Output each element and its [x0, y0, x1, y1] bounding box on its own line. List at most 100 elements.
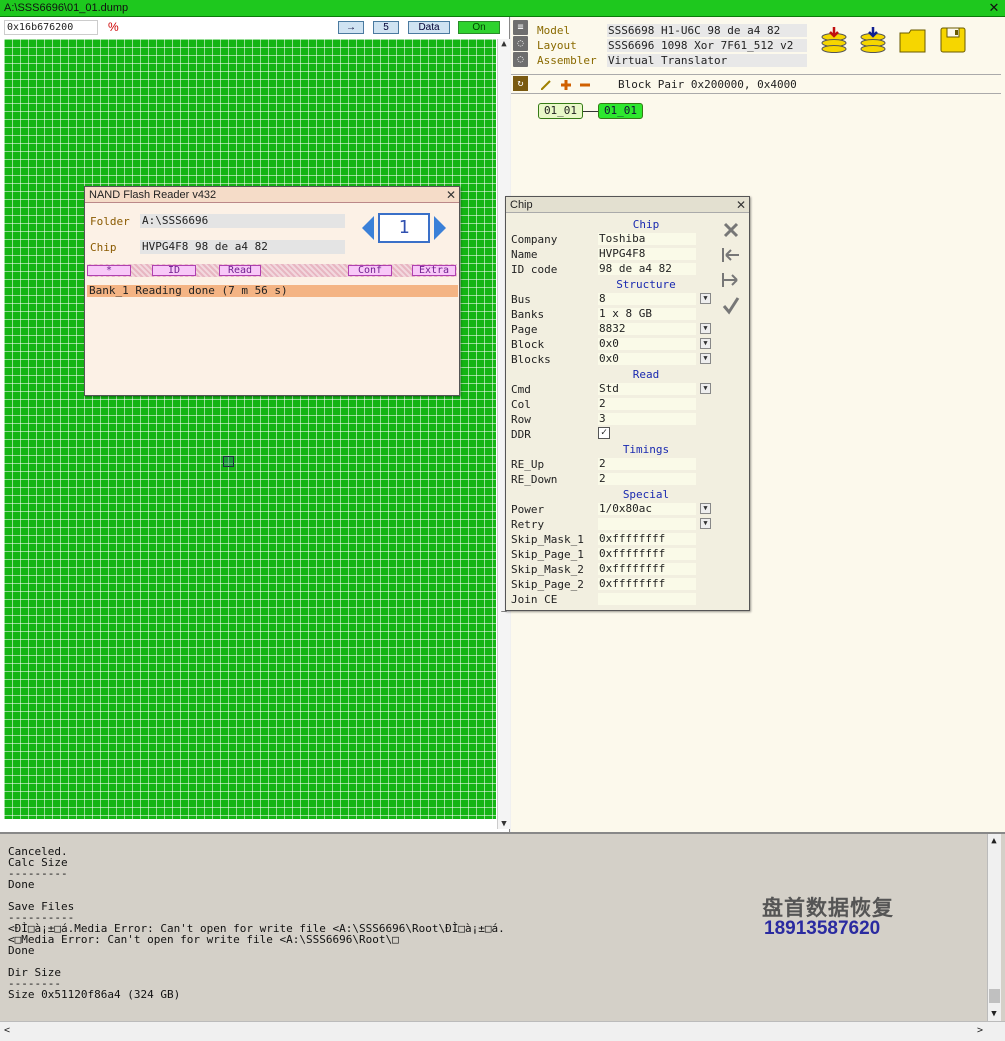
- block-dropdown-icon[interactable]: ▼: [700, 338, 711, 349]
- cmd-label: Cmd: [511, 383, 531, 396]
- bus-value[interactable]: 8: [598, 293, 696, 305]
- model-label: Model: [537, 24, 571, 37]
- skip-mask-1-label: Skip_Mask_1: [511, 533, 584, 546]
- data-button[interactable]: Data: [408, 21, 450, 34]
- bulb-icon-2[interactable]: ◌: [513, 52, 528, 67]
- layout-value: SSS6696 1098 Xor 7F61_512 v2: [607, 39, 807, 52]
- chip-close-button[interactable]: ✕: [736, 198, 746, 212]
- log-scroll-down-icon[interactable]: ▼: [988, 1009, 1000, 1019]
- go-arrow-button[interactable]: →: [338, 21, 364, 34]
- skip-page-2-label: Skip_Page_2: [511, 578, 584, 591]
- row-label: Row: [511, 413, 531, 426]
- scroll-left-icon[interactable]: <: [4, 1025, 10, 1036]
- re-down-label: RE_Down: [511, 473, 558, 486]
- scroll-down-icon[interactable]: ▼: [498, 819, 510, 829]
- bus-dropdown-icon[interactable]: ▼: [700, 293, 711, 304]
- assembler-value: Virtual Translator: [607, 54, 807, 67]
- extra-button[interactable]: Extra: [412, 265, 456, 276]
- row-value[interactable]: 3: [598, 413, 696, 425]
- dump-view-pane: 0x16b676200 % → 5 Data On ▲ — ▼: [0, 17, 510, 832]
- node-target[interactable]: 01_01: [598, 103, 643, 119]
- stack-save-icon[interactable]: [858, 25, 888, 55]
- block-map-grid[interactable]: [4, 39, 496, 819]
- retry-dropdown-icon[interactable]: ▼: [700, 518, 711, 529]
- col-value[interactable]: 2: [598, 398, 696, 410]
- scroll-right-icon[interactable]: >: [977, 1025, 983, 1036]
- ddr-checkbox[interactable]: ✓: [598, 427, 610, 439]
- re-up-label: RE_Up: [511, 458, 545, 471]
- nand-dialog-title: NAND Flash Reader v432: [85, 187, 459, 203]
- counter-next-icon[interactable]: [434, 216, 446, 240]
- folder-value[interactable]: A:\SSS6696: [140, 214, 345, 228]
- re-up-value[interactable]: 2: [598, 458, 696, 470]
- skip-mask-1-value[interactable]: 0xffffffff: [598, 533, 696, 545]
- chip-value[interactable]: HVPG4F8 98 de a4 82: [140, 240, 345, 254]
- counter-value: 1: [378, 213, 430, 243]
- grid-cursor: [223, 456, 234, 467]
- col-label: Col: [511, 398, 531, 411]
- company-value[interactable]: Toshiba: [598, 233, 696, 245]
- skip-page-2-value[interactable]: 0xffffffff: [598, 578, 696, 590]
- delete-x-icon[interactable]: [720, 219, 742, 241]
- skip-mask-2-value[interactable]: 0xffffffff: [598, 563, 696, 575]
- power-value[interactable]: 1/0x80ac: [598, 503, 696, 515]
- minus-icon[interactable]: [578, 78, 592, 92]
- re-down-value[interactable]: 2: [598, 473, 696, 485]
- page-value[interactable]: 8832: [598, 323, 696, 335]
- bank-status-row[interactable]: Bank_1 Reading done (7 m 56 s): [87, 285, 458, 297]
- log-scroll-thumb[interactable]: [989, 989, 1000, 1003]
- idcode-label: ID code: [511, 263, 558, 276]
- side-toolbar: ≡ ◌ ◌: [513, 20, 529, 68]
- star-button[interactable]: *: [87, 265, 131, 276]
- horizontal-scrollbar[interactable]: < >: [0, 1021, 1005, 1041]
- pencil-icon[interactable]: [539, 78, 553, 92]
- skip-page-1-value[interactable]: 0xffffffff: [598, 548, 696, 560]
- import-left-icon[interactable]: [720, 244, 742, 266]
- retry-value[interactable]: [598, 518, 696, 530]
- read-button[interactable]: Read: [219, 265, 261, 276]
- log-scroll-up-icon[interactable]: ▲: [988, 836, 1000, 846]
- name-value[interactable]: HVPG4F8: [598, 248, 696, 260]
- counter-prev-icon[interactable]: [362, 216, 374, 240]
- blocks-label: Blocks: [511, 353, 551, 366]
- stack-down-icon[interactable]: [819, 25, 849, 55]
- bulb-icon[interactable]: ◌: [513, 36, 528, 51]
- window-close-button[interactable]: ✕: [987, 1, 1001, 15]
- chip-dialog: Chip ✕ Chip Company Toshiba Name HVPG4F8…: [505, 196, 750, 611]
- window-title: A:\SSS6696\01_01.dump: [4, 2, 129, 14]
- banks-value[interactable]: 1 x 8 GB: [598, 308, 696, 320]
- cmd-dropdown-icon[interactable]: ▼: [700, 383, 711, 394]
- blocks-dropdown-icon[interactable]: ▼: [700, 353, 711, 364]
- conf-button[interactable]: Conf: [348, 265, 392, 276]
- cmd-value[interactable]: Std: [598, 383, 696, 395]
- on-toggle-button[interactable]: On: [458, 21, 500, 34]
- scroll-up-icon[interactable]: ▲: [498, 39, 510, 49]
- chip-label: Chip: [90, 241, 117, 254]
- ddr-label: DDR: [511, 428, 531, 441]
- blocks-value[interactable]: 0x0: [598, 353, 696, 365]
- step-button[interactable]: 5: [373, 21, 399, 34]
- list-icon[interactable]: ≡: [513, 20, 528, 35]
- retry-label: Retry: [511, 518, 545, 531]
- watermark-phone: 18913587620: [764, 918, 881, 939]
- block-value[interactable]: 0x0: [598, 338, 696, 350]
- power-dropdown-icon[interactable]: ▼: [700, 503, 711, 514]
- power-label: Power: [511, 503, 545, 516]
- join-ce-value[interactable]: [598, 593, 696, 605]
- log-scrollbar[interactable]: ▲ ▼: [987, 834, 1001, 1024]
- page-dropdown-icon[interactable]: ▼: [700, 323, 711, 334]
- company-label: Company: [511, 233, 558, 246]
- nand-close-button[interactable]: ✕: [446, 188, 456, 202]
- floppy-save-icon[interactable]: [938, 25, 968, 55]
- node-source[interactable]: 01_01: [538, 103, 583, 119]
- id-button[interactable]: ID: [152, 265, 196, 276]
- window-titlebar: A:\SSS6696\01_01.dump ✕: [0, 0, 1005, 17]
- refresh-icon[interactable]: ↻: [513, 76, 528, 91]
- idcode-value[interactable]: 98 de a4 82: [598, 263, 696, 275]
- folder-icon[interactable]: [898, 25, 928, 55]
- address-field[interactable]: 0x16b676200: [4, 20, 98, 35]
- export-right-icon[interactable]: [720, 269, 742, 291]
- plus-icon[interactable]: [559, 78, 573, 92]
- check-icon[interactable]: [720, 294, 742, 316]
- percent-icon[interactable]: %: [108, 20, 119, 34]
